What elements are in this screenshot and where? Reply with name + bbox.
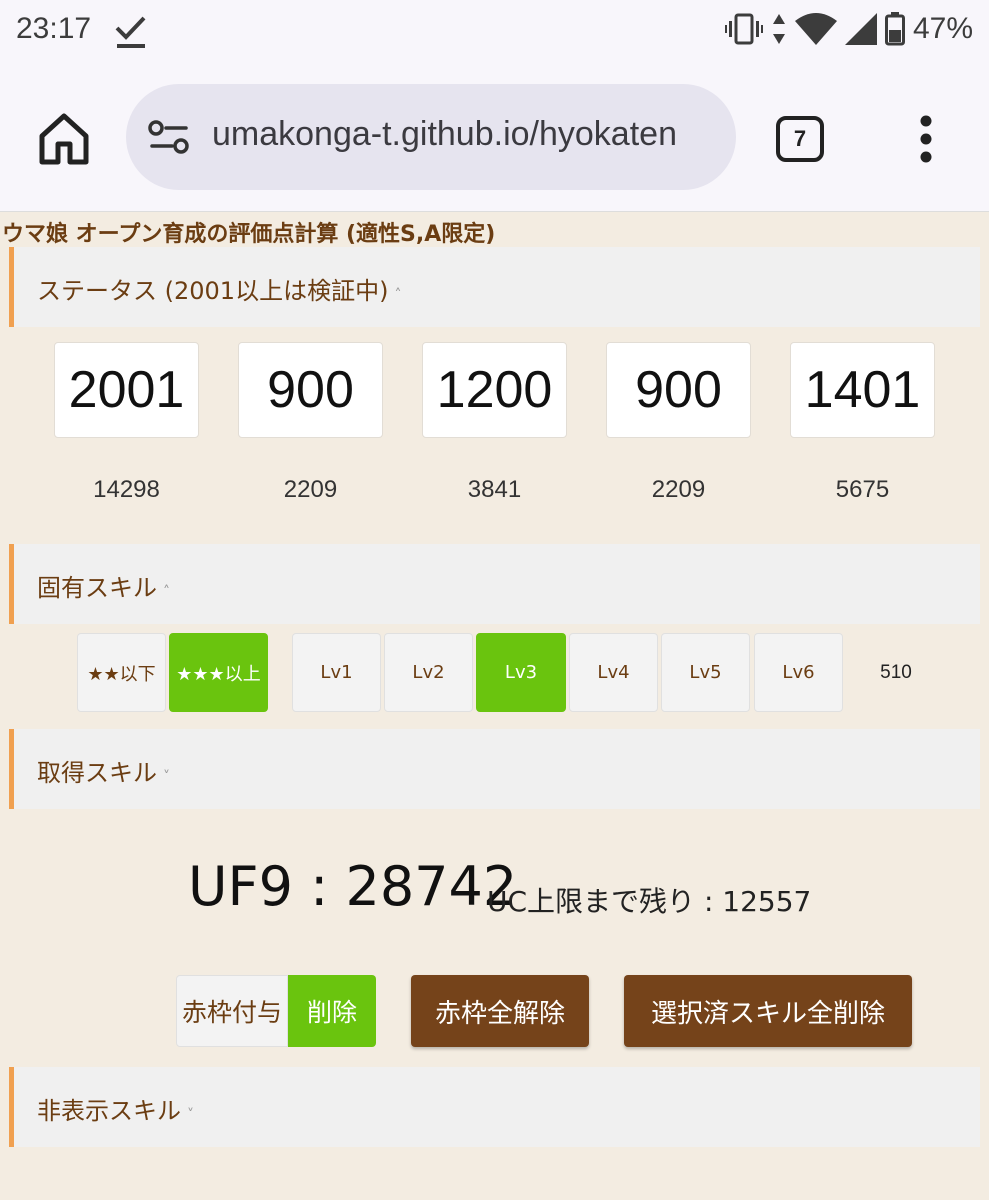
- star-button-3-or-more[interactable]: ★★★以上: [169, 633, 268, 712]
- unique-skill-score: 510: [880, 662, 912, 683]
- section-title-status: ステータス (2001以上は検証中): [37, 277, 389, 305]
- data-arrows-icon: [772, 14, 785, 44]
- rank-remaining: UC上限まで残り : 12557: [487, 885, 812, 918]
- level-button-lv6[interactable]: Lv6: [754, 633, 843, 712]
- rank-score: UF9 : 28742: [188, 855, 518, 918]
- stat-input-1[interactable]: 2001: [54, 342, 199, 438]
- red-frame-toggle-button[interactable]: 赤枠付与: [176, 975, 288, 1047]
- level-button-lv3[interactable]: Lv3: [476, 633, 566, 712]
- section-header-status[interactable]: ステータス (2001以上は検証中) ˄: [9, 247, 980, 327]
- section-title-acquired-skill: 取得スキル: [37, 759, 157, 787]
- battery-icon: [884, 12, 905, 46]
- page-title: ウマ娘 オープン育成の評価点計算 (適性S,A限定): [2, 222, 496, 247]
- more-vert-icon[interactable]: [916, 114, 936, 164]
- stat-input-3[interactable]: 1200: [422, 342, 567, 438]
- stat-score-5: 5675: [835, 476, 890, 503]
- wifi-icon: [794, 13, 837, 45]
- status-bar: 23:17 47%: [0, 0, 989, 64]
- chevron-up-icon: ˄: [394, 287, 402, 303]
- home-icon[interactable]: [36, 110, 92, 166]
- section-title-hidden-skill: 非表示スキル: [37, 1097, 181, 1125]
- level-button-lv1[interactable]: Lv1: [292, 633, 381, 712]
- section-header-acquired-skill[interactable]: 取得スキル ˅: [9, 729, 980, 809]
- chevron-down-icon: ˅: [163, 769, 170, 785]
- level-button-lv4[interactable]: Lv4: [569, 633, 658, 712]
- stat-input-4[interactable]: 900: [606, 342, 751, 438]
- browser-toolbar: umakonga-t.github.io/hyokaten 7: [0, 64, 989, 212]
- battery-percent: 47%: [912, 12, 973, 45]
- tab-switcher-button[interactable]: 7: [776, 116, 824, 162]
- stat-input-2[interactable]: 900: [238, 342, 383, 438]
- stat-score-2: 2209: [283, 476, 338, 503]
- level-button-lv2[interactable]: Lv2: [384, 633, 473, 712]
- star-button-2-or-less[interactable]: ★★以下: [77, 633, 166, 712]
- download-done-icon: [115, 16, 146, 48]
- stat-input-5[interactable]: 1401: [790, 342, 935, 438]
- clock: 23:17: [16, 12, 92, 45]
- signal-icon: [844, 13, 877, 45]
- stat-score-4: 2209: [651, 476, 706, 503]
- chevron-down-icon: ˅: [187, 1107, 194, 1123]
- address-bar[interactable]: umakonga-t.github.io/hyokaten: [126, 84, 736, 190]
- section-title-unique-skill: 固有スキル: [37, 574, 157, 602]
- delete-toggle-button[interactable]: 削除: [288, 975, 376, 1047]
- section-header-unique-skill[interactable]: 固有スキル ˄: [9, 544, 980, 624]
- vibrate-icon: [724, 13, 763, 45]
- section-header-hidden-skill[interactable]: 非表示スキル ˅: [9, 1067, 980, 1147]
- stat-score-1: 14298: [93, 476, 160, 503]
- chevron-up-icon: ˄: [163, 584, 170, 600]
- site-settings-icon[interactable]: [148, 118, 190, 156]
- delete-all-selected-button[interactable]: 選択済スキル全削除: [624, 975, 912, 1047]
- clear-red-frame-button[interactable]: 赤枠全解除: [411, 975, 589, 1047]
- url-text[interactable]: umakonga-t.github.io/hyokaten: [212, 115, 717, 154]
- level-button-lv5[interactable]: Lv5: [661, 633, 750, 712]
- stat-score-3: 3841: [467, 476, 522, 503]
